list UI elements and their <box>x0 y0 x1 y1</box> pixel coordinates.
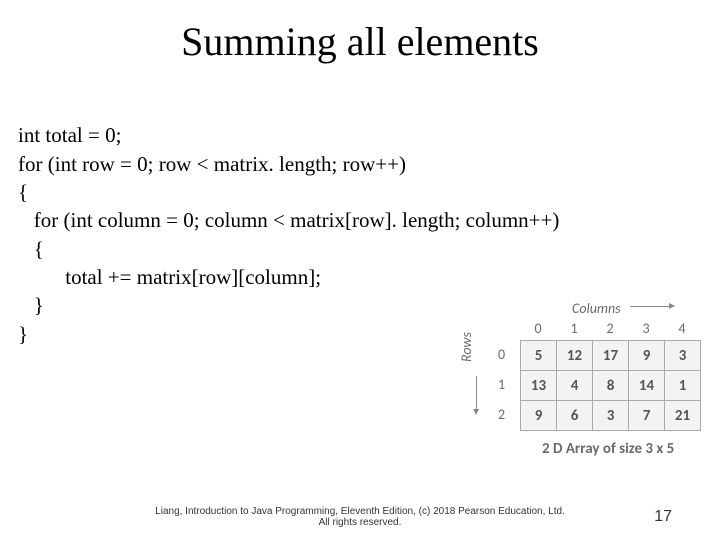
table-row: 5 12 17 9 3 <box>521 341 701 371</box>
row-header: 0 <box>498 340 505 370</box>
code-line: } <box>18 322 28 346</box>
cell: 9 <box>521 401 557 431</box>
rows-axis-label: Rows <box>458 332 475 362</box>
cell: 7 <box>629 401 665 431</box>
col-header: 4 <box>664 320 700 337</box>
row-headers: 0 1 2 <box>498 340 505 430</box>
column-headers: 0 1 2 3 4 <box>520 320 700 337</box>
matrix-table: 5 12 17 9 3 13 4 8 14 1 9 6 3 7 21 <box>520 340 701 431</box>
table-row: 9 6 3 7 21 <box>521 401 701 431</box>
cell: 21 <box>665 401 701 431</box>
page-number: 17 <box>654 508 672 526</box>
arrow-down-icon <box>476 376 477 414</box>
cell: 4 <box>557 371 593 401</box>
cell: 17 <box>593 341 629 371</box>
code-line: int total = 0; <box>18 123 121 147</box>
arrow-right-icon <box>630 306 674 307</box>
array-caption: 2 D Array of size 3 x 5 <box>542 440 674 458</box>
footer-line1: Liang, Introduction to Java Programming,… <box>155 506 565 517</box>
footer-line2: All rights reserved. <box>0 517 720 528</box>
cell: 3 <box>665 341 701 371</box>
cell: 3 <box>593 401 629 431</box>
code-line: } <box>18 293 44 317</box>
code-line: { <box>18 237 44 261</box>
code-line: for (int row = 0; row < matrix. length; … <box>18 152 406 176</box>
footer: Liang, Introduction to Java Programming,… <box>0 506 720 528</box>
col-header: 2 <box>592 320 628 337</box>
columns-axis-label: Columns <box>572 300 621 317</box>
code-line: { <box>18 180 28 204</box>
table-row: 13 4 8 14 1 <box>521 371 701 401</box>
cell: 6 <box>557 401 593 431</box>
col-header: 1 <box>556 320 592 337</box>
code-line: total += matrix[row][column]; <box>18 265 321 289</box>
slide-title: Summing all elements <box>0 0 720 93</box>
cell: 14 <box>629 371 665 401</box>
cell: 9 <box>629 341 665 371</box>
col-header: 3 <box>628 320 664 337</box>
code-line: for (int column = 0; column < matrix[row… <box>18 208 559 232</box>
cell: 12 <box>557 341 593 371</box>
cell: 1 <box>665 371 701 401</box>
row-header: 2 <box>498 400 505 430</box>
cell: 8 <box>593 371 629 401</box>
cell: 5 <box>521 341 557 371</box>
row-header: 1 <box>498 370 505 400</box>
col-header: 0 <box>520 320 556 337</box>
cell: 13 <box>521 371 557 401</box>
